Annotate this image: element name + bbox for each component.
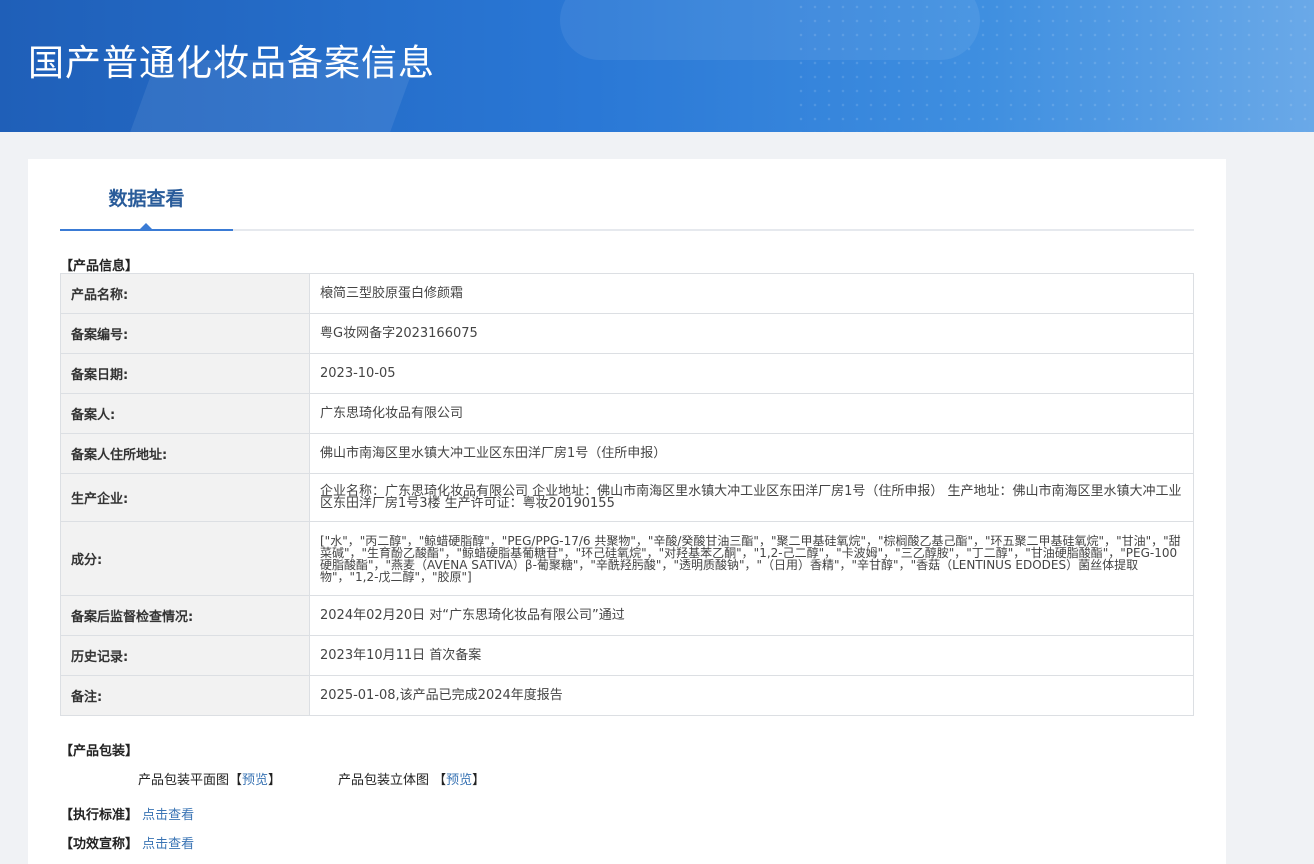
row-label: 备案人住所地址:: [60, 433, 310, 474]
package-solid-label: 产品包装立体图 【: [338, 773, 447, 788]
row-label: 备案人:: [60, 393, 310, 434]
bracket-close: 】: [268, 773, 282, 788]
row-label: 备案编号:: [60, 313, 310, 354]
package-solid-item: 产品包装立体图 【预览】: [338, 769, 485, 788]
product-info-table: 产品名称: 榱简三型胶原蛋白修颜霜 备案编号: 粤G妆网备字2023166075…: [60, 273, 1194, 716]
table-row: 备案人: 广东思琦化妆品有限公司: [60, 393, 1194, 434]
banner-dot-pattern: [794, 0, 1314, 132]
standard-view-link[interactable]: 点击查看: [142, 808, 194, 823]
package-solid-preview-link[interactable]: 预览: [446, 773, 472, 788]
standard-heading: 【执行标准】: [60, 808, 139, 823]
table-row: 备注: 2025-01-08,该产品已完成2024年度报告: [60, 675, 1194, 716]
standard-row: 【执行标准】 点击查看: [60, 804, 194, 823]
efficacy-heading: 【功效宣称】: [60, 837, 139, 852]
tab-data-view[interactable]: 数据查看: [60, 159, 233, 231]
row-label: 成分:: [60, 521, 310, 596]
row-value: 2023-10-05: [309, 353, 1194, 394]
row-value: 广东思琦化妆品有限公司: [309, 393, 1194, 434]
package-flat-item: 产品包装平面图【预览】: [138, 769, 281, 788]
row-label: 历史记录:: [60, 635, 310, 676]
table-row: 备案后监督检查情况: 2024年02月20日 对“广东思琦化妆品有限公司”通过: [60, 595, 1194, 636]
row-value: 佛山市南海区里水镇大冲工业区东田洋厂房1号（住所申报）: [309, 433, 1194, 474]
row-value: 企业名称：广东思琦化妆品有限公司 企业地址：佛山市南海区里水镇大冲工业区东田洋厂…: [309, 473, 1194, 522]
efficacy-row: 【功效宣称】 点击查看: [60, 833, 194, 852]
row-label: 生产企业:: [60, 473, 310, 522]
row-value: 榱简三型胶原蛋白修颜霜: [309, 273, 1194, 314]
row-label: 备注:: [60, 675, 310, 716]
table-row: 生产企业: 企业名称：广东思琦化妆品有限公司 企业地址：佛山市南海区里水镇大冲工…: [60, 473, 1194, 522]
row-label: 产品名称:: [60, 273, 310, 314]
row-value: 2024年02月20日 对“广东思琦化妆品有限公司”通过: [309, 595, 1194, 636]
tab-bar: 数据查看: [60, 159, 1194, 231]
row-value: 粤G妆网备字2023166075: [309, 313, 1194, 354]
header-banner: 国产普通化妆品备案信息: [0, 0, 1314, 132]
row-value: 2025-01-08,该产品已完成2024年度报告: [309, 675, 1194, 716]
row-label: 备案后监督检查情况:: [60, 595, 310, 636]
package-heading: 【产品包装】: [60, 744, 139, 759]
efficacy-view-link[interactable]: 点击查看: [142, 837, 194, 852]
content-card: 数据查看 【产品信息】 产品名称: 榱简三型胶原蛋白修颜霜 备案编号: 粤G妆网…: [28, 159, 1226, 864]
table-row: 历史记录: 2023年10月11日 首次备案: [60, 635, 1194, 676]
product-info-heading: 【产品信息】: [60, 259, 139, 274]
tab-indicator-caret: [140, 223, 152, 229]
table-row: 备案人住所地址: 佛山市南海区里水镇大冲工业区东田洋厂房1号（住所申报）: [60, 433, 1194, 474]
table-row: 产品名称: 榱简三型胶原蛋白修颜霜: [60, 273, 1194, 314]
row-value: 2023年10月11日 首次备案: [309, 635, 1194, 676]
table-row: 备案日期: 2023-10-05: [60, 353, 1194, 394]
page-title: 国产普通化妆品备案信息: [28, 43, 436, 84]
table-row: 备案编号: 粤G妆网备字2023166075: [60, 313, 1194, 354]
bracket-close: 】: [472, 773, 486, 788]
row-value: ["水"，"丙二醇"，"鲸蜡硬脂醇"，"PEG/PPG-17/6 共聚物"，"辛…: [309, 521, 1194, 596]
package-flat-preview-link[interactable]: 预览: [242, 773, 268, 788]
package-flat-label: 产品包装平面图【: [138, 773, 243, 788]
row-label: 备案日期:: [60, 353, 310, 394]
tab-label: 数据查看: [108, 188, 185, 210]
table-row: 成分: ["水"，"丙二醇"，"鲸蜡硬脂醇"，"PEG/PPG-17/6 共聚物…: [60, 521, 1194, 596]
